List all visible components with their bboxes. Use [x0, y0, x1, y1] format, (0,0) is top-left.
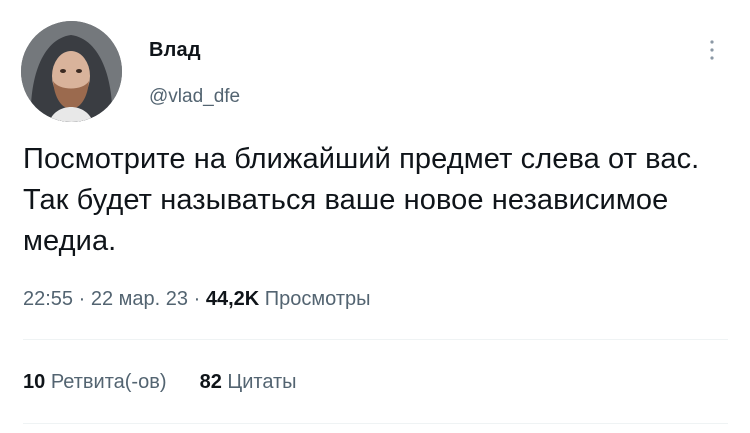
retweets-label: Ретвита(-ов)	[50, 371, 167, 393]
views-count: 44,2K	[205, 288, 260, 310]
divider	[23, 423, 728, 424]
tweet-text: Посмотрите на ближайший предмет слева от…	[23, 143, 700, 257]
tweet-date[interactable]: 22 мар. 23	[91, 288, 188, 310]
divider	[23, 339, 728, 340]
retweets-stat[interactable]: 10 Ретвита(-ов)	[23, 371, 172, 393]
meta-separator: ·	[193, 288, 201, 310]
retweets-count: 10	[23, 371, 46, 393]
author-handle[interactable]: @vlad_dfe	[149, 85, 240, 109]
more-vertical-icon	[710, 40, 714, 60]
meta-separator: ·	[78, 288, 86, 310]
tweet-stats: 10 Ретвита(-ов) 82 Цитаты	[23, 369, 297, 395]
views-label: Просмотры	[264, 288, 371, 310]
tweet-meta: 22:55 · 22 мар. 23 · 44,2K Просмотры	[23, 286, 370, 312]
avatar-photo	[21, 21, 122, 122]
more-options-button[interactable]	[700, 38, 724, 62]
author-display-name[interactable]: Влад	[149, 38, 201, 62]
quotes-label: Цитаты	[227, 371, 297, 393]
avatar[interactable]	[21, 21, 122, 122]
quotes-count: 82	[199, 371, 222, 393]
tweet-time[interactable]: 22:55	[23, 288, 73, 310]
quotes-stat[interactable]: 82 Цитаты	[200, 371, 297, 393]
